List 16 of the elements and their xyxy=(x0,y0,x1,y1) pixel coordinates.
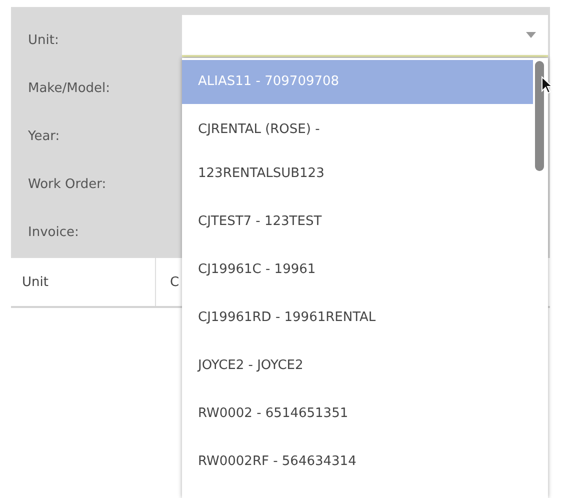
dropdown-option[interactable]: RW0002RF - 564634314 xyxy=(182,440,533,484)
dropdown-option[interactable]: CJ19961RD - 19961RENTAL xyxy=(182,296,533,340)
dropdown-option[interactable]: JOYCE2 - JOYCE2 xyxy=(182,344,533,388)
dropdown-option[interactable]: CJ19961C - 19961 xyxy=(182,248,533,292)
dropdown-option[interactable]: CJRENTAL (ROSE) - 123RENTALSUB123 xyxy=(182,108,533,196)
column-header[interactable]: C xyxy=(170,274,180,290)
column-header[interactable]: Unit xyxy=(22,274,48,290)
field-label: Year: xyxy=(28,128,61,144)
field-label: Make/Model: xyxy=(28,80,112,96)
field-label: Work Order: xyxy=(28,176,108,192)
dropdown-option[interactable]: RW0002 - 6514651351 xyxy=(182,392,533,436)
dropdown-option[interactable]: CJTEST7 - 123TEST xyxy=(182,200,533,244)
dropdown-arrow-icon xyxy=(526,32,536,38)
scrollbar-thumb[interactable] xyxy=(535,61,544,171)
field-label: Invoice: xyxy=(28,224,80,240)
field-label: Unit: xyxy=(28,32,60,48)
